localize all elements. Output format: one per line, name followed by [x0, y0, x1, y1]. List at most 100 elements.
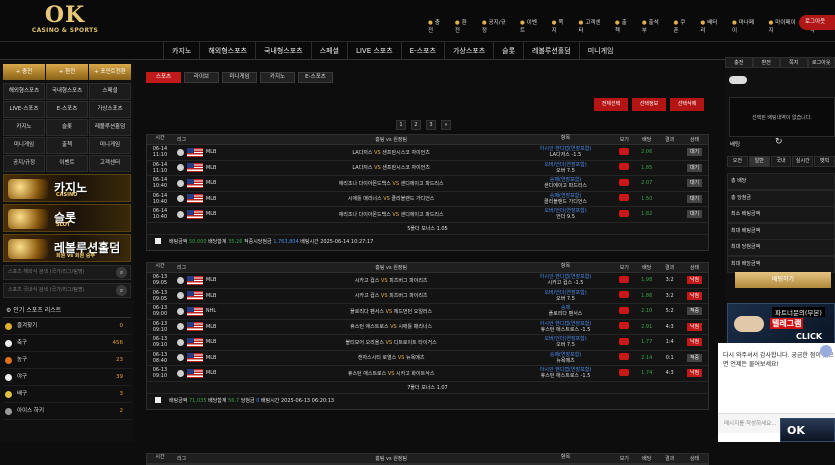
status-badge[interactable]: 대기: [687, 164, 702, 172]
intl-sport-search[interactable]: 스포츠 해외식 검색 (국가/리그/팀명)⌕: [3, 265, 131, 280]
select-checkbox[interactable]: [155, 238, 161, 244]
top-menu-item[interactable]: ●배터리: [700, 18, 721, 34]
top-menu-item[interactable]: ●쿠폰: [673, 18, 689, 34]
top-menu-item[interactable]: ●마이페이지: [768, 18, 798, 34]
sidebar-menu-item[interactable]: 미니게임: [89, 137, 131, 154]
nav-item[interactable]: LIVE 스포츠: [347, 42, 401, 60]
right-tab[interactable]: 로그아웃: [808, 57, 835, 68]
status-badge[interactable]: 낙첨: [687, 292, 702, 300]
nav-item[interactable]: 스페셜: [311, 42, 347, 60]
eye-icon[interactable]: [619, 210, 629, 217]
search-icon[interactable]: ⌕: [116, 267, 127, 278]
status-badge[interactable]: 대기: [687, 210, 702, 218]
place-bet-button[interactable]: 배팅하기: [735, 272, 831, 288]
sidebar-menu-item[interactable]: 고객센터: [89, 155, 131, 172]
status-badge[interactable]: 대기: [687, 179, 702, 187]
sport-list-item[interactable]: 아이스 하키2: [3, 403, 131, 420]
sidebar-menu-item[interactable]: 슬롯: [46, 119, 88, 136]
eye-icon[interactable]: [619, 307, 629, 314]
toggle-switch[interactable]: [729, 76, 747, 84]
sidebar-menu-item[interactable]: 공지/규정: [3, 155, 45, 172]
tab-2[interactable]: 미니게임: [222, 72, 257, 83]
sidebar-menu-item[interactable]: 출첵: [46, 137, 88, 154]
status-badge[interactable]: 낙첨: [687, 369, 702, 377]
promo-banner[interactable]: 레볼루션홀덤회원 vs 회원 승부: [3, 234, 131, 262]
status-badge[interactable]: 적중: [687, 354, 702, 362]
top-menu-item[interactable]: ●이벤트: [520, 18, 541, 34]
top-menu-item[interactable]: ●출석부: [642, 18, 663, 34]
eye-icon[interactable]: [619, 353, 629, 360]
page-button[interactable]: 1: [396, 120, 406, 130]
status-badge[interactable]: 대기: [687, 148, 702, 156]
refresh-icon[interactable]: ↻: [775, 137, 783, 147]
top-menu-item[interactable]: ●공지/규정: [482, 18, 509, 34]
nav-item[interactable]: 해외형스포츠: [199, 42, 255, 60]
eye-icon[interactable]: [619, 322, 629, 329]
select-checkbox[interactable]: [155, 397, 161, 403]
sidebar-menu-item[interactable]: LIVE-스포츠: [3, 101, 45, 118]
action-button[interactable]: 전체선택: [594, 98, 628, 111]
sidebar-action-button[interactable]: + 환전: [46, 64, 88, 80]
betslip-tab[interactable]: 일반: [749, 156, 770, 167]
eye-icon[interactable]: [619, 163, 629, 170]
ok-floating-button[interactable]: OK: [780, 418, 835, 442]
right-tab[interactable]: 환전: [753, 57, 781, 68]
betslip-tab[interactable]: 실시간: [792, 156, 813, 167]
tab-4[interactable]: E-스포츠: [298, 72, 333, 83]
logout-button[interactable]: 로그아웃: [799, 15, 835, 30]
sidebar-menu-item[interactable]: 국내형스포츠: [46, 83, 88, 100]
status-badge[interactable]: 적중: [687, 307, 702, 315]
promo-banner[interactable]: 슬롯SLOT: [3, 204, 131, 232]
sidebar-action-button[interactable]: + 포인트전환: [89, 64, 131, 80]
sport-list-item[interactable]: 즐겨찾기0: [3, 318, 131, 335]
sidebar-menu-item[interactable]: 미니게임: [3, 137, 45, 154]
nav-item[interactable]: 레볼루션홀덤: [523, 42, 579, 60]
page-button[interactable]: 2: [411, 120, 421, 130]
right-tab[interactable]: 충전: [725, 57, 753, 68]
tab-3[interactable]: 카지노: [260, 72, 295, 83]
action-button[interactable]: 선택삭제: [670, 98, 704, 111]
search-icon[interactable]: ⌕: [116, 285, 127, 296]
sport-list-item[interactable]: 야구39: [3, 369, 131, 386]
tab-0[interactable]: 스포츠: [146, 72, 181, 83]
eye-icon[interactable]: [619, 338, 629, 345]
tab-1[interactable]: 라이브: [184, 72, 219, 83]
page-button[interactable]: »: [441, 120, 451, 130]
sport-list-item[interactable]: 배구3: [3, 386, 131, 403]
sidebar-menu-item[interactable]: 레볼루션홀덤: [89, 119, 131, 136]
nav-item[interactable]: 미니게임: [579, 42, 622, 60]
nav-item[interactable]: 슬롯: [493, 42, 523, 60]
eye-icon[interactable]: [619, 276, 629, 283]
sport-list-item[interactable]: 농구23: [3, 352, 131, 369]
sidebar-action-button[interactable]: + 충전: [3, 64, 45, 80]
sport-list-item[interactable]: 축구456: [3, 335, 131, 352]
promo-banner[interactable]: 카지노CASINO: [3, 174, 131, 202]
domestic-sport-search[interactable]: 스포츠 국내식 검색 (국가/리그/팀명)⌕: [3, 283, 131, 298]
betslip-tab[interactable]: 벳빅: [814, 156, 835, 167]
status-badge[interactable]: 대기: [687, 195, 702, 203]
top-menu-item[interactable]: ●마나페이: [732, 18, 757, 34]
eye-icon[interactable]: [619, 194, 629, 201]
eye-icon[interactable]: [619, 148, 629, 155]
status-badge[interactable]: 낙첨: [687, 323, 702, 331]
top-menu-item[interactable]: ●환전: [455, 18, 471, 34]
sidebar-menu-item[interactable]: 카지노: [3, 119, 45, 136]
eye-icon[interactable]: [619, 179, 629, 186]
eye-icon[interactable]: [619, 291, 629, 298]
nav-item[interactable]: E-스포츠: [401, 42, 444, 60]
top-menu-item[interactable]: ●쪽지: [552, 18, 568, 34]
sidebar-menu-item[interactable]: 스페셜: [89, 83, 131, 100]
status-badge[interactable]: 낙첨: [687, 338, 702, 346]
betslip-tab[interactable]: 국내: [771, 156, 792, 167]
site-logo[interactable]: OK CASINO & SPORTS: [30, 3, 100, 34]
top-menu-item[interactable]: ●출첵: [615, 18, 631, 34]
action-button[interactable]: 선택정보: [632, 98, 666, 111]
eye-icon[interactable]: [619, 369, 629, 376]
nav-item[interactable]: 국내형스포츠: [255, 42, 311, 60]
nav-item[interactable]: 가상스포츠: [444, 42, 493, 60]
nav-item[interactable]: 카지노: [163, 42, 199, 60]
betslip-tab[interactable]: 오전: [727, 156, 748, 167]
sidebar-menu-item[interactable]: 해외형스포츠: [3, 83, 45, 100]
sidebar-menu-item[interactable]: 가상스포츠: [89, 101, 131, 118]
sidebar-menu-item[interactable]: E-스포츠: [46, 101, 88, 118]
